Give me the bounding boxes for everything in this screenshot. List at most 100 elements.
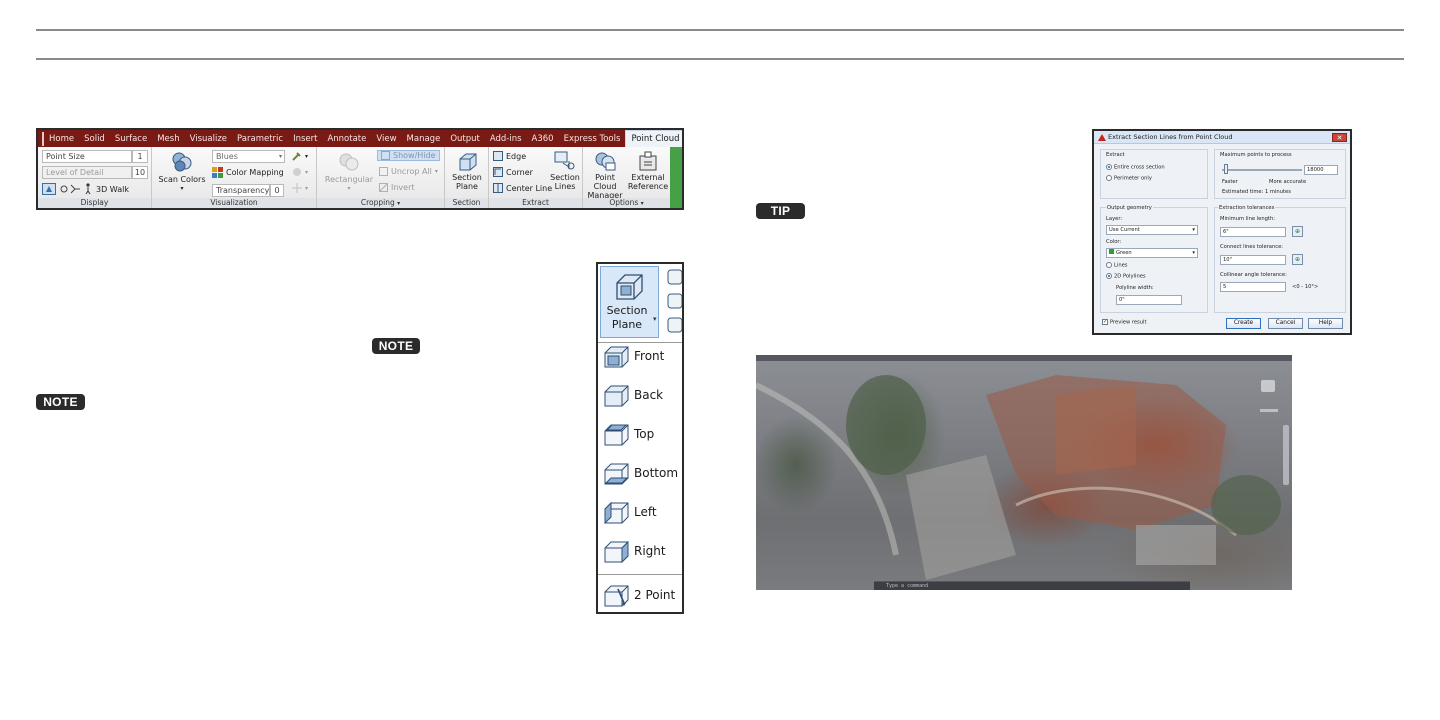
2d-polylines-option[interactable]: 2D Polylines (1106, 273, 1146, 281)
lighting-button[interactable]: ▾ (292, 167, 308, 177)
color-caret: ▾ (1192, 250, 1195, 256)
center-line-label: Center Line (506, 183, 553, 193)
color-select[interactable]: Green ▾ (1106, 248, 1198, 258)
color-mapping-icon (212, 167, 223, 178)
section-plane-ribbon-button[interactable]: Section Plane (447, 151, 487, 191)
show-hide-button[interactable]: Show/Hide (377, 150, 440, 161)
connect-lines-input[interactable]: 10" (1220, 255, 1286, 265)
normals-button[interactable]: ▾ (292, 183, 308, 193)
max-points-slider-thumb[interactable] (1224, 164, 1228, 174)
tab-visualize[interactable]: Visualize (185, 134, 232, 144)
tab-view[interactable]: View (371, 134, 401, 144)
point-size-field[interactable]: Point Size (42, 150, 132, 163)
header-rule-bottom (36, 58, 1404, 60)
min-line-length-pick-icon[interactable]: ⊕ (1292, 226, 1303, 237)
ribbon-green-edge (670, 147, 682, 208)
options-expand-icon[interactable]: ▾ (641, 200, 644, 207)
tab-insert[interactable]: Insert (288, 134, 322, 144)
eyedropper-button[interactable]: ▾ (292, 151, 308, 161)
point-size-value[interactable]: 1 (132, 150, 148, 163)
collinear-input[interactable]: 5 (1220, 282, 1286, 292)
color-mapping-button[interactable]: Color Mapping (212, 167, 284, 178)
connect-lines-pick-icon[interactable]: ⊕ (1292, 254, 1303, 265)
section-plane-caret-icon[interactable]: ▾ (653, 315, 657, 323)
lines-radio[interactable] (1106, 262, 1112, 268)
tab-output[interactable]: Output (445, 134, 485, 144)
faster-label: Faster (1222, 179, 1238, 185)
dialog-close-button[interactable]: ✕ (1332, 133, 1347, 142)
invert-button[interactable]: Invert (379, 183, 415, 192)
cropping-expand-icon[interactable]: ▾ (397, 200, 400, 207)
color-swatch (1109, 249, 1114, 254)
tab-surface[interactable]: Surface (110, 134, 152, 144)
ribbon-tab-bar: Home Solid Surface Mesh Visualize Parame… (38, 130, 682, 147)
extract-edge-button[interactable]: Edge (493, 151, 526, 161)
navigation-bar-icon[interactable] (1283, 425, 1289, 485)
section-lines-button[interactable]: Section Lines (549, 151, 581, 191)
section-plane-item-left[interactable]: Left (602, 495, 682, 529)
uncrop-all-label: Uncrop All (391, 167, 432, 176)
entire-cross-section-option[interactable]: Entire cross section (1106, 164, 1165, 172)
tab-manage[interactable]: Manage (402, 134, 446, 144)
min-line-length-input[interactable]: 6" (1220, 227, 1286, 237)
max-points-slider-track[interactable] (1222, 169, 1302, 171)
extract-corner-button[interactable]: Corner (493, 167, 533, 177)
note-badge-left: NOTE (36, 394, 85, 410)
polyline-width-input[interactable]: 0" (1116, 295, 1182, 305)
preview-result-checkbox[interactable]: ✓ (1102, 319, 1108, 325)
command-line-input[interactable]: Type a command (874, 581, 1190, 590)
section-plane-item-right[interactable]: Right (602, 534, 682, 568)
menu-separator (598, 574, 682, 575)
cancel-button[interactable]: Cancel (1268, 318, 1303, 329)
display-tools-row: 3D Walk (42, 183, 129, 195)
tab-express-tools[interactable]: Express Tools (559, 134, 626, 144)
perimeter-only-option[interactable]: Perimeter only (1106, 175, 1152, 183)
tab-annotate[interactable]: Annotate (322, 134, 371, 144)
uncrop-all-button[interactable]: Uncrop All ▾ (379, 167, 438, 176)
3d-walk-button[interactable]: 3D Walk (96, 185, 129, 194)
tab-solid[interactable]: Solid (79, 134, 110, 144)
tab-point-cloud[interactable]: Point Cloud (625, 130, 682, 147)
tab-add-ins[interactable]: Add-ins (485, 134, 527, 144)
viewcube-icon[interactable] (1261, 380, 1275, 392)
section-lines-icon (554, 151, 575, 170)
entire-cross-section-radio[interactable] (1106, 164, 1112, 170)
transparency-field[interactable]: Transparency (212, 184, 270, 197)
extract-center-line-button[interactable]: Center Line (493, 183, 552, 193)
transparency-value[interactable]: 0 (270, 184, 284, 197)
extract-section-lines-dialog: Extract Section Lines from Point Cloud ✕… (1092, 129, 1352, 335)
lines-option[interactable]: Lines (1106, 262, 1128, 270)
section-plane-item-front[interactable]: Front (602, 339, 682, 373)
polyline-width-label: Polyline width: (1116, 285, 1154, 291)
orbit-icon[interactable] (59, 183, 81, 195)
level-of-detail-field[interactable]: Level of Detail (42, 166, 132, 179)
point-cloud-display-icon[interactable] (42, 183, 56, 195)
color-scheme-select[interactable]: Blues ▾ (212, 150, 285, 163)
perimeter-only-radio[interactable] (1106, 175, 1112, 181)
level-of-detail-value[interactable]: 10 (132, 166, 148, 179)
section-plane-item-2-point[interactable]: 2 Point (602, 578, 682, 612)
section-plane-item-back[interactable]: Back (602, 378, 682, 412)
help-button[interactable]: Help (1308, 318, 1343, 329)
perimeter-only-label: Perimeter only (1114, 175, 1152, 182)
tab-mesh[interactable]: Mesh (152, 134, 184, 144)
wcs-label-icon (1260, 409, 1278, 412)
layer-select[interactable]: Use Current ▾ (1106, 225, 1198, 235)
tab-a360[interactable]: A360 (527, 134, 559, 144)
rectangular-crop-button[interactable]: Rectangular ▾ (321, 151, 377, 193)
preview-result-option[interactable]: ✓ Preview result (1102, 319, 1147, 327)
options-panel: Point Cloud Manager External Reference O… (583, 147, 670, 208)
point-cloud-manager-button[interactable]: Point Cloud Manager (583, 151, 627, 200)
section-plane-item-top[interactable]: Top (602, 417, 682, 451)
external-reference-button[interactable]: External Reference (627, 151, 669, 191)
max-points-input[interactable]: 18000 (1304, 165, 1338, 175)
rectangular-label: Rectangular (324, 175, 374, 184)
section-plane-item-bottom[interactable]: Bottom (602, 456, 682, 490)
section-plane-split-button[interactable]: Section Plane ▾ (600, 266, 659, 338)
create-button[interactable]: Create (1226, 318, 1261, 329)
scan-colors-button[interactable]: Scan Colors ▾ (156, 151, 208, 193)
point-cloud-viewport[interactable]: Type a command (756, 355, 1292, 590)
2d-polylines-radio[interactable] (1106, 273, 1112, 279)
tab-parametric[interactable]: Parametric (232, 134, 288, 144)
tab-home[interactable]: Home (44, 134, 79, 144)
